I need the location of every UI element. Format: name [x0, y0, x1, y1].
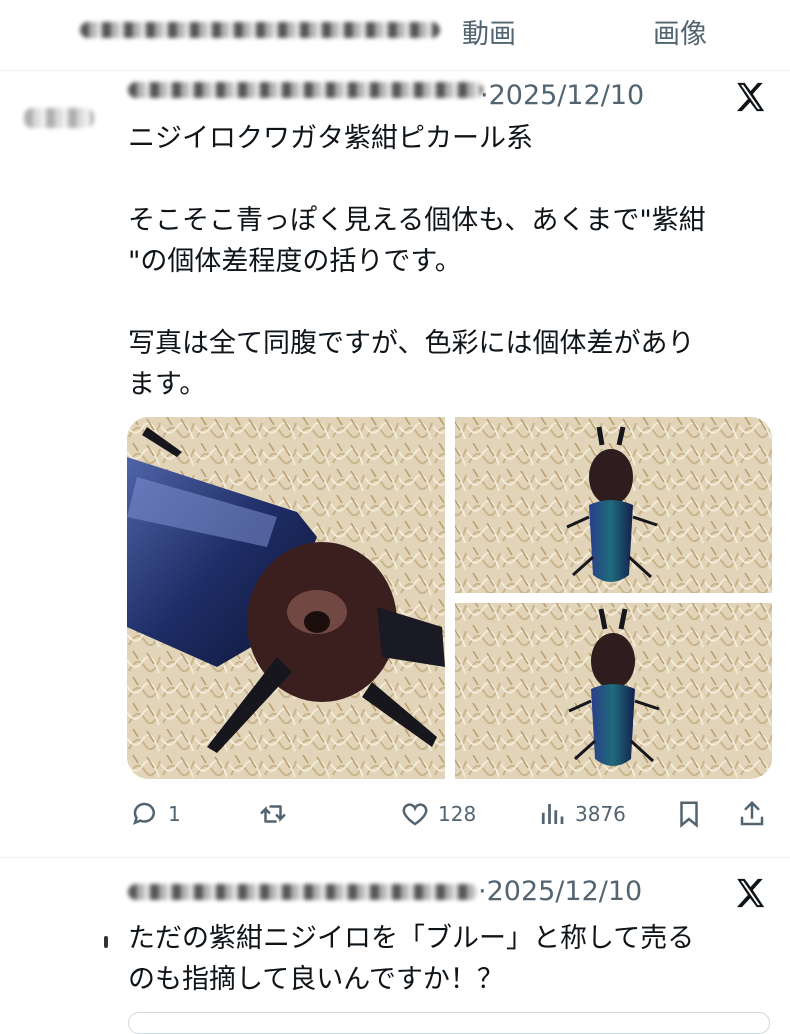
views-count: 3876: [575, 802, 626, 826]
author-name[interactable]: [128, 884, 478, 900]
tweet-2[interactable]: ·2025/12/10 ただの紫紺ニジイロを「ブルー」と称して売る のも指摘して…: [0, 858, 790, 1024]
reply-icon: [133, 802, 155, 825]
avatar[interactable]: [24, 108, 94, 128]
tweet-1[interactable]: ·2025/12/10 ニジイロクワガタ紫紺ピカール系 そこそこ青っぽく見える個…: [0, 0, 790, 857]
beetle-photos[interactable]: [127, 417, 772, 779]
author-name[interactable]: [128, 82, 483, 98]
embedded-card[interactable]: [128, 1012, 770, 1034]
tweet-media[interactable]: [127, 417, 772, 779]
share-icon: [740, 800, 764, 826]
reply-button[interactable]: 1: [130, 796, 181, 832]
repost-icon: [260, 805, 286, 823]
tweet-date[interactable]: ·2025/12/10: [478, 876, 642, 907]
share-button[interactable]: [737, 796, 767, 832]
x-logo-icon: [736, 878, 765, 908]
like-icon: [402, 803, 428, 826]
like-count: 128: [438, 802, 477, 826]
reply-count: 1: [168, 802, 181, 826]
x-logo-icon: [736, 82, 765, 112]
bookmark-button[interactable]: [674, 796, 704, 832]
tweet-actions: 1 128 3876: [0, 796, 790, 836]
thread-line: [104, 936, 108, 948]
tweet-text: ニジイロクワガタ紫紺ピカール系 そこそこ青っぽく見える個体も、あくまで"紫紺 "…: [128, 123, 706, 400]
repost-button[interactable]: [258, 796, 288, 832]
tweet-date[interactable]: ·2025/12/10: [480, 80, 644, 111]
views-icon: [541, 804, 564, 824]
bookmark-icon: [680, 801, 698, 828]
views-button[interactable]: 3876: [537, 796, 626, 832]
like-button[interactable]: 128: [400, 796, 476, 832]
tweet-text: ただの紫紺ニジイロを「ブルー」と称して売る のも指摘して良いんですか！？: [128, 923, 695, 995]
